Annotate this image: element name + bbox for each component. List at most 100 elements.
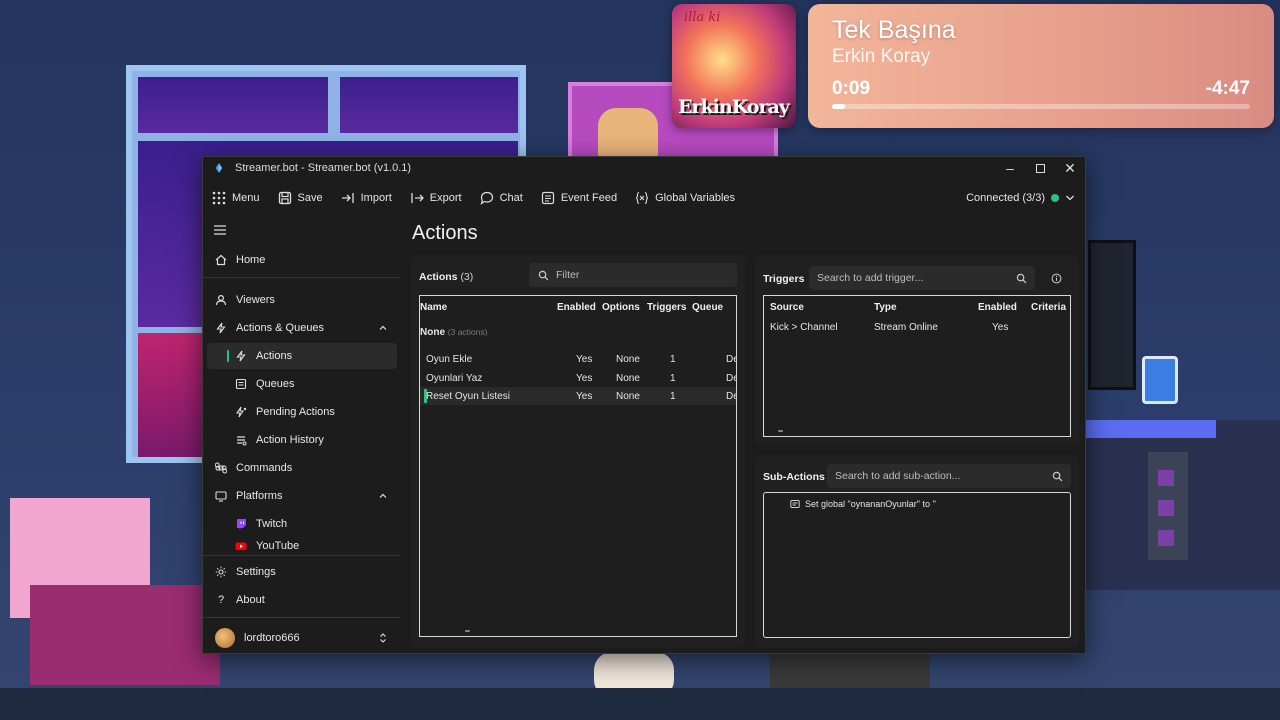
subactions-panel: Sub-Actions Search to add sub-action... … (755, 455, 1079, 647)
variable-box-icon (790, 500, 800, 508)
actions-panel: Actions (3) Filter Name Enabled Options … (411, 255, 745, 647)
group-count: (3 actions) (447, 327, 488, 337)
menu-button[interactable]: Menu (203, 183, 269, 213)
column-header-source[interactable]: Source (770, 302, 804, 313)
sidebar-item-about[interactable]: ? About (207, 587, 397, 613)
maximize-icon (1035, 163, 1045, 173)
platforms-icon (215, 491, 227, 502)
chevron-up-icon (379, 325, 387, 330)
event-feed-label: Event Feed (560, 192, 618, 204)
subactions-list: Set global "oynananOyunlar" to '' (763, 492, 1071, 638)
sidebar-item-label: Pending Actions (256, 406, 335, 418)
sidebar-item-platforms[interactable]: Platforms (207, 483, 397, 509)
global-variables-button[interactable]: Global Variables (626, 183, 744, 213)
sidebar-item-queues[interactable]: Queues (207, 371, 397, 397)
grid-menu-icon (212, 191, 226, 205)
chevron-down-icon (1066, 195, 1074, 201)
album-art-text-name: ErkinKoray (678, 96, 790, 118)
title-bar[interactable]: Streamer.bot - Streamer.bot (v1.0.1) (203, 157, 1085, 179)
menu-label: Menu (232, 192, 260, 204)
track-artist: Erkin Koray (832, 46, 931, 67)
column-header-type[interactable]: Type (874, 302, 897, 313)
sidebar-item-twitch[interactable]: Twitch (207, 511, 397, 537)
track-progress-fill (832, 104, 845, 109)
chat-button[interactable]: Chat (471, 183, 532, 213)
sidebar-item-home[interactable]: Home (207, 247, 397, 273)
user-icon (215, 294, 227, 306)
column-header-triggers[interactable]: Triggers (647, 302, 686, 313)
elapsed-time: 0:09 (832, 78, 871, 99)
column-header-options[interactable]: Options (602, 302, 640, 313)
avatar (215, 628, 235, 648)
sidebar-item-action-history[interactable]: Action History (207, 427, 397, 453)
window-title: Streamer.bot - Streamer.bot (v1.0.1) (235, 162, 412, 174)
triggers-table: Source Type Enabled Criteria Kick > Chan… (763, 295, 1071, 437)
group-header[interactable]: None (3 actions) (420, 327, 487, 338)
action-name: Oyunlari Yaz (426, 373, 483, 384)
action-name: Reset Oyun Listesi (426, 391, 510, 402)
sidebar-item-commands[interactable]: Commands (207, 455, 397, 481)
save-button[interactable]: Save (269, 183, 332, 213)
sidebar-item-actions-queues[interactable]: Actions & Queues (207, 315, 397, 341)
minimize-button[interactable]: – (995, 157, 1025, 179)
trigger-type: Stream Online (874, 322, 938, 333)
queue-list-icon (235, 378, 247, 390)
horizontal-scrollbar[interactable] (465, 630, 470, 632)
sidebar-divider (203, 617, 401, 618)
sidebar-item-actions[interactable]: Actions (207, 343, 397, 369)
actions-filter-input[interactable]: Filter (529, 263, 737, 287)
album-art-text-top: illa ki (684, 10, 721, 25)
lightning-icon (216, 322, 226, 334)
home-icon (215, 254, 227, 266)
import-arrow-icon (341, 193, 354, 203)
streamerbot-window: Streamer.bot - Streamer.bot (v1.0.1) – ✕… (202, 156, 1086, 654)
trigger-search-input[interactable]: Search to add trigger... (809, 266, 1035, 290)
close-button[interactable]: ✕ (1055, 157, 1085, 179)
import-button[interactable]: Import (332, 183, 401, 213)
actions-table: Name Enabled Options Triggers Queue None… (419, 295, 737, 637)
action-name: Oyun Ekle (426, 354, 473, 365)
chat-bubble-icon (480, 191, 493, 205)
sidebar-item-label: Settings (236, 566, 276, 578)
sidebar-item-label: Viewers (236, 294, 275, 306)
user-account-selector[interactable]: lordtoro666 (207, 625, 397, 651)
track-title: Tek Başına (832, 16, 956, 44)
background-pc-tower-art (1148, 452, 1188, 560)
info-icon[interactable] (1051, 273, 1062, 284)
subaction-search-input[interactable]: Search to add sub-action... (827, 464, 1071, 488)
action-triggers: 1 (670, 391, 676, 402)
triggers-panel-label: Triggers (763, 273, 805, 285)
export-button[interactable]: Export (401, 183, 471, 213)
action-options: None (616, 373, 640, 384)
column-header-enabled[interactable]: Enabled (557, 302, 596, 313)
sidebar-item-youtube[interactable]: YouTube (207, 537, 397, 555)
subaction-label: Set global "oynananOyunlar" to '' (805, 499, 936, 509)
trigger-search-placeholder: Search to add trigger... (817, 272, 924, 284)
horizontal-scrollbar[interactable] (778, 430, 783, 432)
history-list-icon (237, 436, 247, 446)
connection-status[interactable]: Connected (3/3) (966, 183, 1075, 213)
sidebar-item-pending-actions[interactable]: Pending Actions (207, 399, 397, 425)
sidebar-item-settings[interactable]: Settings (207, 559, 397, 585)
maximize-button[interactable] (1025, 157, 1055, 179)
column-header-criteria[interactable]: Criteria (1031, 302, 1066, 313)
minimize-icon: – (1006, 160, 1014, 176)
connection-indicator-dot (1051, 194, 1059, 202)
event-feed-button[interactable]: Event Feed (532, 183, 626, 213)
active-indicator (227, 350, 229, 362)
connection-status-label: Connected (3/3) (966, 192, 1045, 204)
action-queue: De (726, 391, 736, 402)
list-item[interactable]: Set global "oynananOyunlar" to '' (790, 499, 936, 509)
action-triggers: 1 (670, 373, 676, 384)
column-header-enabled[interactable]: Enabled (978, 302, 1017, 313)
export-arrow-icon (411, 193, 424, 203)
chevron-up-icon (379, 493, 387, 498)
album-art: illa ki ErkinKoray (672, 4, 796, 128)
background-floor (0, 688, 1280, 720)
sidebar-item-viewers[interactable]: Viewers (207, 287, 397, 313)
list-icon (541, 191, 554, 205)
hamburger-menu-icon[interactable] (213, 223, 227, 237)
column-header-queue[interactable]: Queue (692, 302, 723, 313)
column-header-name[interactable]: Name (420, 302, 447, 313)
background-monitor-art (1088, 240, 1136, 390)
